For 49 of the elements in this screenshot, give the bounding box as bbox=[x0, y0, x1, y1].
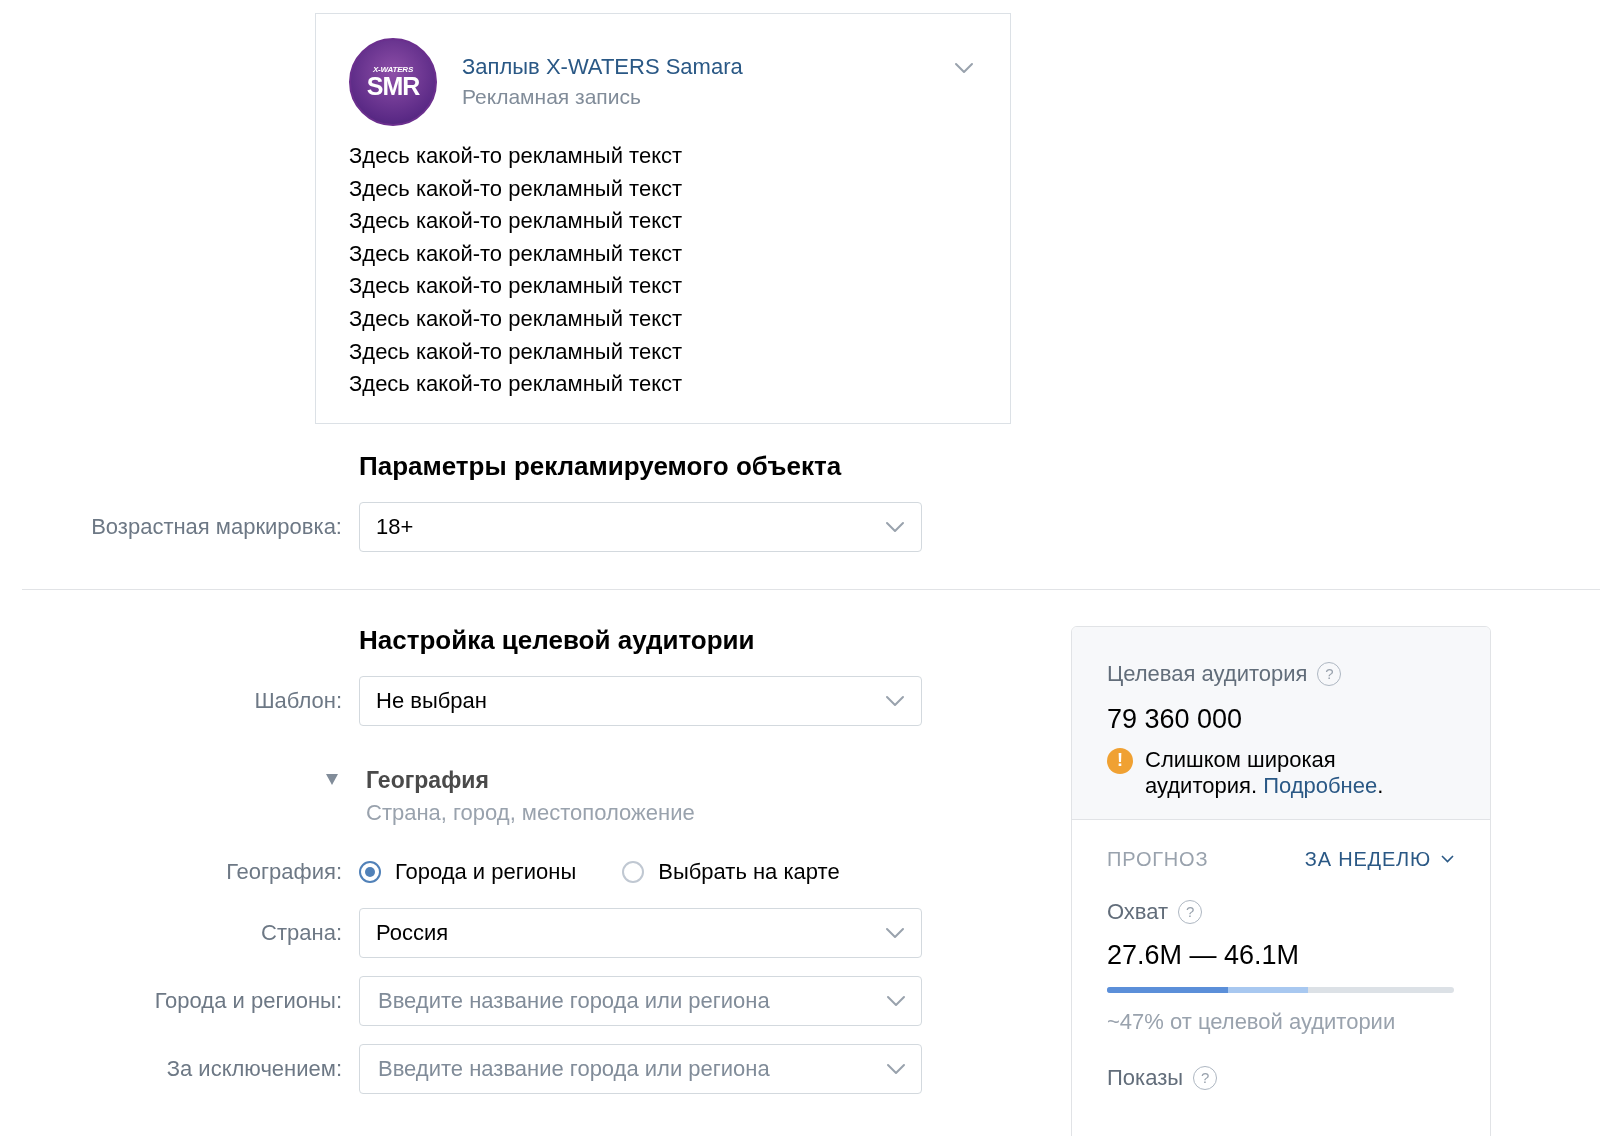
radio-label[interactable]: Города и регионы bbox=[395, 858, 577, 885]
field-label: Города и регионы: bbox=[153, 987, 342, 1014]
field-label: Шаблон: bbox=[253, 687, 342, 714]
chevron-down-icon bbox=[954, 62, 974, 74]
radio-button[interactable] bbox=[359, 860, 381, 883]
ad-text-line: Здесь какой-то рекламный текст bbox=[349, 304, 683, 333]
section-heading: Настройка целевой аудитории bbox=[359, 623, 755, 657]
metric-title: Показы bbox=[1107, 1063, 1184, 1092]
field-label: За исключением: bbox=[165, 1055, 342, 1082]
panel-title: Целевая аудитория bbox=[1107, 659, 1308, 688]
post-subtitle: Рекламная запись bbox=[462, 84, 642, 110]
audience-size: 79 360 000 bbox=[1107, 702, 1243, 736]
metric-title: Охват bbox=[1107, 897, 1169, 926]
field-label: Возрастная маркировка: bbox=[90, 513, 342, 540]
chevron-down-icon bbox=[885, 520, 905, 533]
ad-text-line: Здесь какой-то рекламный текст bbox=[349, 142, 683, 170]
group-heading[interactable]: География bbox=[366, 763, 489, 796]
ad-text-line: Здесь какой-то рекламный текст bbox=[349, 370, 683, 399]
group-subtitle: Страна, город, местоположение bbox=[366, 798, 695, 827]
section-heading: Параметры рекламируемого объекта bbox=[359, 449, 842, 483]
field-label: География: bbox=[225, 858, 342, 885]
period-dropdown[interactable]: ЗА НЕДЕЛЮ bbox=[1304, 847, 1454, 871]
reach-note: ~47% от целевой аудитории bbox=[1107, 1007, 1396, 1036]
ad-text-line: Здесь какой-то рекламный текст bbox=[349, 207, 683, 236]
more-link[interactable]: Подробнее bbox=[1263, 772, 1378, 798]
logo-icon: X-WATERS SMR bbox=[349, 38, 437, 126]
chevron-down-icon bbox=[886, 1062, 906, 1075]
dropdown-field[interactable]: Россия bbox=[359, 907, 922, 958]
chevron-down-icon bbox=[1441, 855, 1454, 864]
field-label: Страна: bbox=[260, 919, 342, 946]
chevron-down-icon bbox=[885, 694, 905, 707]
dropdown-field[interactable]: 18+ bbox=[359, 501, 922, 552]
ad-text-line: Здесь какой-то рекламный текст bbox=[349, 239, 683, 268]
radio-label[interactable]: Выбрать на карте bbox=[658, 858, 840, 885]
ad-text-line: Здесь какой-то рекламный текст bbox=[349, 337, 683, 366]
city-input-field[interactable]: Введите название города или региона bbox=[359, 975, 922, 1026]
ad-text-line: Здесь какой-то рекламный текст bbox=[349, 272, 683, 301]
radio-button[interactable] bbox=[622, 860, 645, 883]
chevron-down-icon bbox=[886, 994, 906, 1007]
city-input-field[interactable]: Введите название города или региона bbox=[359, 1043, 922, 1094]
collapse-triangle-icon[interactable] bbox=[326, 774, 338, 786]
dropdown-field[interactable]: Не выбран bbox=[359, 675, 922, 726]
reach-range: 27.6M — 46.1M bbox=[1107, 938, 1300, 972]
forecast-label: ПРОГНОЗ bbox=[1107, 847, 1209, 871]
chevron-down-icon bbox=[885, 926, 905, 939]
warning-icon: ! bbox=[1107, 747, 1133, 774]
ad-text-line: Здесь какой-то рекламный текст bbox=[349, 174, 683, 203]
warning-text: Слишком широкая аудитория. Подробнее. bbox=[1145, 746, 1385, 799]
post-author-link[interactable]: Заплыв X-WATERS Samara bbox=[462, 52, 743, 82]
